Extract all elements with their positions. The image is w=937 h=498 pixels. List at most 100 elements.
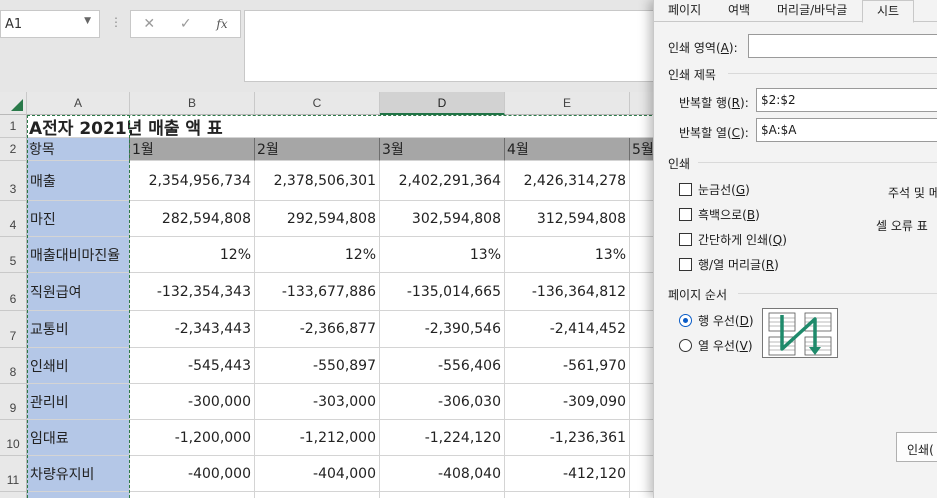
- cell[interactable]: [255, 492, 380, 498]
- row-header-10[interactable]: 10: [0, 420, 27, 456]
- repeat-rows-input[interactable]: $2:$2: [756, 88, 937, 112]
- chevron-down-icon[interactable]: ▼: [84, 16, 91, 26]
- checkbox-icon[interactable]: [679, 183, 692, 196]
- value-cell[interactable]: 2,426,314,278: [505, 161, 630, 201]
- value-cell[interactable]: -400,000: [130, 456, 255, 492]
- value-cell[interactable]: -408,040: [380, 456, 505, 492]
- repeat-columns-input[interactable]: $A:$A: [756, 118, 937, 142]
- value-cell[interactable]: 312,594,808: [505, 201, 630, 237]
- row-label-cell[interactable]: 직원급여: [27, 273, 130, 311]
- value-cell[interactable]: -309,090: [505, 384, 630, 420]
- value-cell[interactable]: 292,594,808: [255, 201, 380, 237]
- row-label-cell[interactable]: 매출: [27, 161, 130, 201]
- value-cell[interactable]: -135,014,665: [380, 273, 505, 311]
- value-cell[interactable]: -132,354,343: [130, 273, 255, 311]
- row-header-11[interactable]: 11: [0, 456, 27, 492]
- value-cell[interactable]: -1,236,361: [505, 420, 630, 456]
- cell[interactable]: [505, 115, 630, 138]
- checkbox-icon[interactable]: [679, 208, 692, 221]
- row-label-cell[interactable]: 임대료: [27, 420, 130, 456]
- down-then-over-radio[interactable]: 행 우선(D): [679, 312, 754, 329]
- print-button[interactable]: 인쇄(: [896, 432, 937, 462]
- over-then-down-radio[interactable]: 열 우선(V): [679, 337, 753, 354]
- row-col-headings-checkbox[interactable]: 행/열 머리글(R): [679, 256, 779, 273]
- tab-header-footer[interactable]: 머리글/바닥글: [773, 0, 851, 22]
- value-cell[interactable]: 302,594,808: [380, 201, 505, 237]
- value-cell[interactable]: -2,366,877: [255, 311, 380, 348]
- value-cell[interactable]: 13%: [505, 237, 630, 273]
- row-header-4[interactable]: 4: [0, 201, 27, 237]
- row-header-8[interactable]: 8: [0, 348, 27, 384]
- value-cell[interactable]: -412,120: [505, 456, 630, 492]
- formula-input[interactable]: [244, 10, 660, 82]
- insert-function-icon[interactable]: fx: [216, 17, 227, 31]
- header-cell[interactable]: 2월: [255, 138, 380, 161]
- checkbox-icon[interactable]: [679, 258, 692, 271]
- value-cell[interactable]: -1,200,000: [130, 420, 255, 456]
- value-cell[interactable]: 13%: [380, 237, 505, 273]
- value-cell[interactable]: 12%: [130, 237, 255, 273]
- tab-margins[interactable]: 여백: [724, 0, 754, 22]
- name-box[interactable]: A1 ▼: [0, 10, 100, 38]
- value-cell[interactable]: -1,212,000: [255, 420, 380, 456]
- row-header-3[interactable]: 3: [0, 161, 27, 201]
- cell[interactable]: [255, 115, 380, 138]
- cell[interactable]: [27, 492, 130, 498]
- value-cell[interactable]: -136,364,812: [505, 273, 630, 311]
- row-label-cell[interactable]: 차량유지비: [27, 456, 130, 492]
- black-white-checkbox[interactable]: 흑백으로(B): [679, 206, 760, 223]
- value-cell[interactable]: 282,594,808: [130, 201, 255, 237]
- cancel-icon[interactable]: ✕: [143, 16, 155, 32]
- value-cell[interactable]: -306,030: [380, 384, 505, 420]
- value-cell[interactable]: 2,402,291,364: [380, 161, 505, 201]
- value-cell[interactable]: -2,390,546: [380, 311, 505, 348]
- select-all-button[interactable]: [0, 92, 27, 115]
- row-header-9[interactable]: 9: [0, 384, 27, 420]
- value-cell[interactable]: -404,000: [255, 456, 380, 492]
- header-cell[interactable]: 항목: [27, 138, 130, 161]
- radio-icon[interactable]: [679, 339, 692, 352]
- row-label-cell[interactable]: 매출대비마진율: [27, 237, 130, 273]
- value-cell[interactable]: -300,000: [130, 384, 255, 420]
- title-cell[interactable]: A전자 2021년 매출 액 표: [27, 115, 223, 139]
- row-label-cell[interactable]: 마진: [27, 201, 130, 237]
- value-cell[interactable]: -2,343,443: [130, 311, 255, 348]
- column-header-E[interactable]: E: [505, 92, 630, 115]
- tab-page[interactable]: 페이지: [664, 0, 705, 22]
- value-cell[interactable]: -133,677,886: [255, 273, 380, 311]
- row-header-1[interactable]: 1: [0, 115, 27, 138]
- value-cell[interactable]: -2,414,452: [505, 311, 630, 348]
- column-header-C[interactable]: C: [255, 92, 380, 115]
- row-header-next[interactable]: [0, 492, 27, 498]
- column-header-D[interactable]: D: [380, 92, 505, 115]
- cell[interactable]: [130, 492, 255, 498]
- column-header-B[interactable]: B: [130, 92, 255, 115]
- formula-bar-grip-icon[interactable]: ⋮: [110, 15, 123, 29]
- row-header-6[interactable]: 6: [0, 273, 27, 311]
- row-label-cell[interactable]: 관리비: [27, 384, 130, 420]
- row-header-5[interactable]: 5: [0, 237, 27, 273]
- cell[interactable]: [380, 492, 505, 498]
- tab-sheet[interactable]: 시트: [862, 0, 915, 23]
- enter-icon[interactable]: ✓: [180, 16, 192, 32]
- gridlines-checkbox[interactable]: 눈금선(G): [679, 181, 750, 198]
- radio-selected-icon[interactable]: [679, 314, 692, 327]
- value-cell[interactable]: -561,970: [505, 348, 630, 384]
- value-cell[interactable]: 2,378,506,301: [255, 161, 380, 201]
- header-cell[interactable]: 1월: [130, 138, 255, 161]
- cell[interactable]: [380, 115, 505, 138]
- column-header-A[interactable]: A: [27, 92, 130, 115]
- header-cell[interactable]: 3월: [380, 138, 505, 161]
- row-label-cell[interactable]: 인쇄비: [27, 348, 130, 384]
- worksheet-grid[interactable]: 항목 1월 2월 3월 4월 5월 매출 2,354,956,734 2,378,506,301…: [0, 92, 660, 498]
- value-cell[interactable]: -303,000: [255, 384, 380, 420]
- row-header-7[interactable]: 7: [0, 311, 27, 348]
- row-label-cell[interactable]: 교통비: [27, 311, 130, 348]
- header-cell[interactable]: 4월: [505, 138, 630, 161]
- print-area-input[interactable]: [748, 34, 937, 58]
- draft-quality-checkbox[interactable]: 간단하게 인쇄(Q): [679, 231, 787, 248]
- checkbox-icon[interactable]: [679, 233, 692, 246]
- cell[interactable]: [505, 492, 630, 498]
- row-header-2[interactable]: 2: [0, 138, 27, 161]
- value-cell[interactable]: -1,224,120: [380, 420, 505, 456]
